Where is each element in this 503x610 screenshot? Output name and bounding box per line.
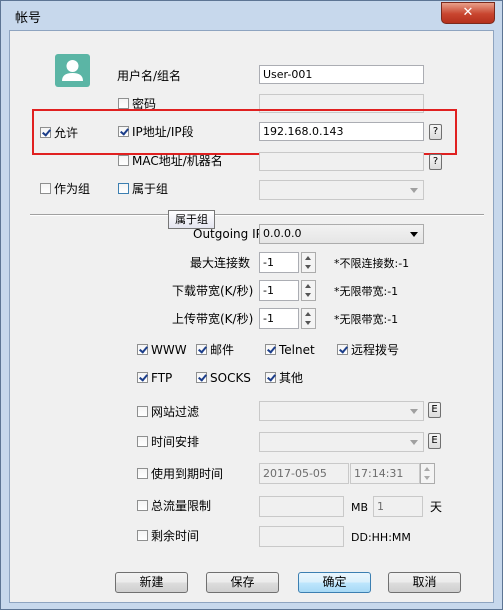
expiry-checkbox[interactable]: [137, 468, 148, 479]
remaining-checkbox[interactable]: [137, 530, 148, 541]
quota-field[interactable]: [259, 496, 344, 517]
ip-address-field[interactable]: 192.168.0.143: [259, 122, 424, 141]
window-title: 帐号: [15, 11, 42, 26]
expiry-time-spinner[interactable]: [420, 463, 435, 484]
max-conn-field[interactable]: -1: [259, 252, 299, 273]
website-filter-edit-button[interactable]: E: [428, 402, 441, 418]
arrow-down-icon: [305, 293, 311, 297]
website-filter-checkbox[interactable]: [137, 406, 148, 417]
telnet-label: Telnet: [279, 343, 315, 357]
account-dialog: 帐号 ✕ 用户名/组名 User-001 密码 允许 IP地址/IP段 192.…: [0, 0, 503, 610]
username-field[interactable]: User-001: [259, 65, 424, 84]
remote-dial-checkbox[interactable]: [337, 344, 348, 355]
allow-checkbox[interactable]: [40, 127, 51, 138]
schedule-select[interactable]: [259, 432, 424, 452]
remaining-format: DD:HH:MM: [351, 531, 411, 544]
new-button[interactable]: 新建: [115, 572, 188, 593]
schedule-edit-button[interactable]: E: [428, 433, 441, 449]
quota-checkbox[interactable]: [137, 500, 148, 511]
outgoing-ip-select[interactable]: 0.0.0.0: [259, 224, 424, 244]
download-field[interactable]: -1: [259, 280, 299, 301]
tooltip: 属于组: [168, 210, 215, 229]
quota-label: 总流量限制: [151, 499, 212, 513]
upload-hint: *无限带宽:-1: [334, 313, 399, 326]
arrow-up-icon: [424, 467, 430, 471]
schedule-label: 时间安排: [151, 435, 200, 449]
download-hint: *无限带宽:-1: [334, 285, 399, 298]
ip-checkbox[interactable]: [118, 126, 129, 137]
separator: [30, 214, 484, 216]
expiry-date-field[interactable]: 2017-05-05: [259, 463, 349, 484]
upload-label: 上传带宽(K/秒): [172, 312, 254, 326]
expiry-time-field[interactable]: 17:14:31: [350, 463, 420, 484]
schedule-checkbox[interactable]: [137, 436, 148, 447]
dialog-body: 用户名/组名 User-001 密码 允许 IP地址/IP段 192.168.0…: [9, 30, 494, 603]
ip-help-button[interactable]: ?: [429, 124, 442, 140]
ip-label: IP地址/IP段: [132, 125, 194, 139]
mac-label: MAC地址/机器名: [132, 154, 223, 168]
group-select[interactable]: [259, 180, 424, 200]
user-icon: [62, 60, 83, 81]
save-button[interactable]: 保存: [206, 572, 279, 593]
mac-field[interactable]: [259, 152, 424, 171]
expiry-label: 使用到期时间: [151, 467, 224, 481]
ftp-checkbox[interactable]: [137, 372, 148, 383]
upload-spinner[interactable]: [301, 308, 316, 329]
www-checkbox[interactable]: [137, 344, 148, 355]
max-conn-hint: *不限连接数:-1: [334, 257, 410, 270]
cancel-button[interactable]: 取消: [388, 572, 461, 593]
remaining-field[interactable]: [259, 526, 344, 547]
username-label: 用户名/组名: [117, 69, 182, 83]
title-bar[interactable]: 帐号 ✕: [1, 1, 502, 29]
ok-button[interactable]: 确定: [298, 572, 371, 593]
quota-days-field[interactable]: 1: [373, 496, 423, 517]
belongs-group-label: 属于组: [132, 182, 169, 196]
as-group-checkbox[interactable]: [40, 183, 51, 194]
max-conn-label: 最大连接数: [190, 256, 251, 270]
chevron-down-icon: [410, 409, 418, 414]
quota-unit: MB: [351, 501, 369, 514]
other-label: 其他: [279, 371, 304, 385]
mac-checkbox[interactable]: [118, 155, 129, 166]
arrow-down-icon: [305, 265, 311, 269]
mail-checkbox[interactable]: [196, 344, 207, 355]
chevron-down-icon: [410, 440, 418, 445]
other-checkbox[interactable]: [265, 372, 276, 383]
close-button[interactable]: ✕: [441, 2, 495, 24]
chevron-down-icon: [410, 232, 418, 237]
arrow-up-icon: [305, 284, 311, 288]
download-spinner[interactable]: [301, 280, 316, 301]
arrow-down-icon: [305, 321, 311, 325]
arrow-up-icon: [305, 312, 311, 316]
website-filter-label: 网站过滤: [151, 405, 200, 419]
chevron-down-icon: [410, 188, 418, 193]
mail-label: 邮件: [210, 343, 235, 357]
socks-checkbox[interactable]: [196, 372, 207, 383]
arrow-down-icon: [424, 476, 430, 480]
as-group-label: 作为组: [54, 182, 91, 196]
remote-dial-label: 远程拨号: [351, 343, 400, 357]
user-avatar: [55, 54, 90, 87]
socks-label: SOCKS: [210, 371, 251, 385]
allow-label: 允许: [54, 126, 79, 140]
outgoing-ip-value: 0.0.0.0: [263, 227, 302, 240]
ftp-label: FTP: [151, 371, 173, 385]
telnet-checkbox[interactable]: [265, 344, 276, 355]
www-label: WWW: [151, 343, 187, 357]
password-checkbox[interactable]: [118, 98, 129, 109]
website-filter-select[interactable]: [259, 401, 424, 421]
mac-help-button[interactable]: ?: [429, 154, 442, 170]
arrow-up-icon: [305, 256, 311, 260]
remaining-label: 剩余时间: [151, 529, 200, 543]
quota-days-unit: 天: [430, 500, 443, 514]
upload-field[interactable]: -1: [259, 308, 299, 329]
max-conn-spinner[interactable]: [301, 252, 316, 273]
outgoing-ip-label: Outgoing IP: [193, 227, 263, 241]
belongs-group-checkbox[interactable]: [118, 183, 129, 194]
download-label: 下载带宽(K/秒): [172, 284, 254, 298]
